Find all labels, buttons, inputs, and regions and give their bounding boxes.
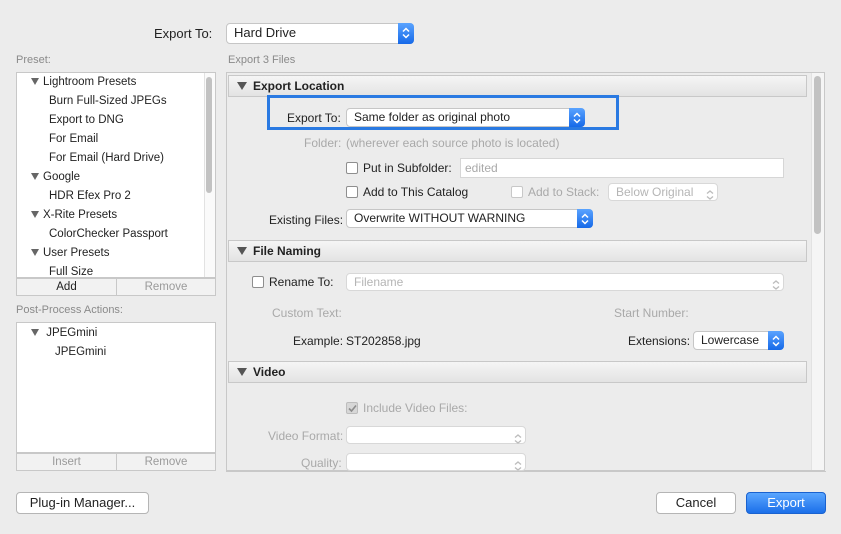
- export-settings-panel: [226, 72, 825, 471]
- quality-select[interactable]: [346, 453, 526, 471]
- custom-text-label: Custom Text:: [272, 306, 342, 320]
- file-naming-header[interactable]: File Naming: [228, 240, 807, 262]
- add-catalog-label: Add to This Catalog: [363, 185, 469, 199]
- location-export-to-select[interactable]: Same folder as original photo: [346, 108, 585, 127]
- disclosure-triangle-icon: [31, 211, 39, 218]
- disclosure-triangle-icon: [237, 82, 247, 90]
- post-process-item-jpegmini[interactable]: JPEGmini: [55, 346, 106, 358]
- add-stack-checkbox[interactable]: [511, 186, 523, 198]
- stack-select[interactable]: Below Original: [608, 183, 718, 201]
- preset-remove-button[interactable]: Remove: [116, 278, 216, 296]
- updown-arrow-icon: [569, 108, 585, 127]
- checkmark-icon: [348, 404, 357, 413]
- preset-item-hdr[interactable]: HDR Efex Pro 2: [49, 190, 131, 202]
- disclosure-triangle-icon: [31, 173, 39, 180]
- add-stack-label: Add to Stack:: [528, 185, 600, 199]
- preset-add-button[interactable]: Add: [16, 278, 117, 296]
- preset-label: Preset:: [16, 54, 51, 66]
- quality-label: Quality:: [301, 456, 342, 470]
- example-label: Example:: [293, 334, 344, 348]
- extensions-label: Extensions:: [628, 334, 691, 348]
- disclosure-triangle-icon: [31, 249, 39, 256]
- preset-item-fullsize[interactable]: Full Size: [49, 266, 93, 277]
- plugin-manager-button[interactable]: Plug-in Manager...: [16, 492, 149, 514]
- existing-files-select[interactable]: Overwrite WITHOUT WARNING: [346, 209, 593, 228]
- export-to-select[interactable]: Hard Drive: [226, 23, 414, 44]
- export-to-label: Export To:: [154, 26, 213, 41]
- rename-label: Rename To:: [269, 275, 334, 289]
- export-to-value: Hard Drive: [234, 25, 297, 40]
- folder-label: Folder:: [304, 136, 342, 150]
- disclosure-triangle-icon: [31, 78, 39, 85]
- video-format-label: Video Format:: [268, 429, 344, 443]
- location-export-to-label: Export To:: [287, 111, 341, 125]
- export-location-header[interactable]: Export Location: [228, 75, 807, 97]
- cancel-button[interactable]: Cancel: [656, 492, 736, 514]
- updown-arrow-icon: [577, 209, 593, 228]
- rename-select[interactable]: Filename: [346, 273, 784, 291]
- updown-arrow-icon: [706, 188, 714, 204]
- disclosure-triangle-icon: [31, 329, 39, 336]
- export-button[interactable]: Export: [746, 492, 826, 514]
- disclosure-triangle-icon: [237, 247, 247, 255]
- settings-scroll-thumb[interactable]: [814, 76, 821, 234]
- updown-arrow-icon: [398, 23, 414, 44]
- post-process-group-jpegmini[interactable]: JPEGmini: [31, 327, 97, 339]
- post-process-list[interactable]: JPEGmini JPEGmini: [16, 322, 216, 453]
- preset-list[interactable]: Lightroom Presets Burn Full-Sized JPEGs …: [16, 72, 216, 278]
- post-process-insert-button[interactable]: Insert: [16, 453, 117, 471]
- subfolder-label: Put in Subfolder:: [363, 161, 452, 175]
- subfolder-checkbox[interactable]: [346, 162, 358, 174]
- existing-files-value: Overwrite WITHOUT WARNING: [354, 211, 526, 225]
- preset-item-colorchecker[interactable]: ColorChecker Passport: [49, 228, 168, 240]
- preset-group-lightroom[interactable]: Lightroom Presets: [31, 76, 136, 88]
- folder-value: (wherever each source photo is located): [346, 136, 560, 150]
- subfolder-input[interactable]: edited: [460, 158, 784, 178]
- updown-arrow-icon: [514, 431, 522, 449]
- example-value: ST202858.jpg: [346, 334, 421, 348]
- preset-group-xrite[interactable]: X-Rite Presets: [31, 209, 117, 221]
- start-number-label: Start Number:: [614, 306, 689, 320]
- preset-scroll-thumb[interactable]: [206, 77, 212, 193]
- preset-item-dng[interactable]: Export to DNG: [49, 114, 124, 126]
- extensions-select[interactable]: Lowercase: [693, 331, 784, 350]
- updown-arrow-icon: [772, 278, 780, 294]
- preset-group-user[interactable]: User Presets: [31, 247, 109, 259]
- disclosure-triangle-icon: [237, 368, 247, 376]
- preset-item-email-hd[interactable]: For Email (Hard Drive): [49, 152, 164, 164]
- preset-item-email[interactable]: For Email: [49, 133, 98, 145]
- rename-checkbox[interactable]: [252, 276, 264, 288]
- post-process-remove-button[interactable]: Remove: [116, 453, 216, 471]
- add-catalog-checkbox[interactable]: [346, 186, 358, 198]
- export-files-label: Export 3 Files: [228, 54, 296, 66]
- post-process-label: Post-Process Actions:: [16, 304, 123, 316]
- include-video-checkbox[interactable]: [346, 402, 358, 414]
- existing-files-label: Existing Files:: [269, 213, 344, 227]
- video-format-select[interactable]: [346, 426, 526, 444]
- preset-group-google[interactable]: Google: [31, 171, 80, 183]
- panel-bottom-mask: [226, 471, 826, 481]
- include-video-label: Include Video Files:: [363, 401, 468, 415]
- preset-item-burn[interactable]: Burn Full-Sized JPEGs: [49, 95, 167, 107]
- location-export-to-value: Same folder as original photo: [354, 110, 511, 124]
- extensions-value: Lowercase: [701, 333, 760, 347]
- video-header[interactable]: Video: [228, 361, 807, 383]
- updown-arrow-icon: [768, 331, 784, 350]
